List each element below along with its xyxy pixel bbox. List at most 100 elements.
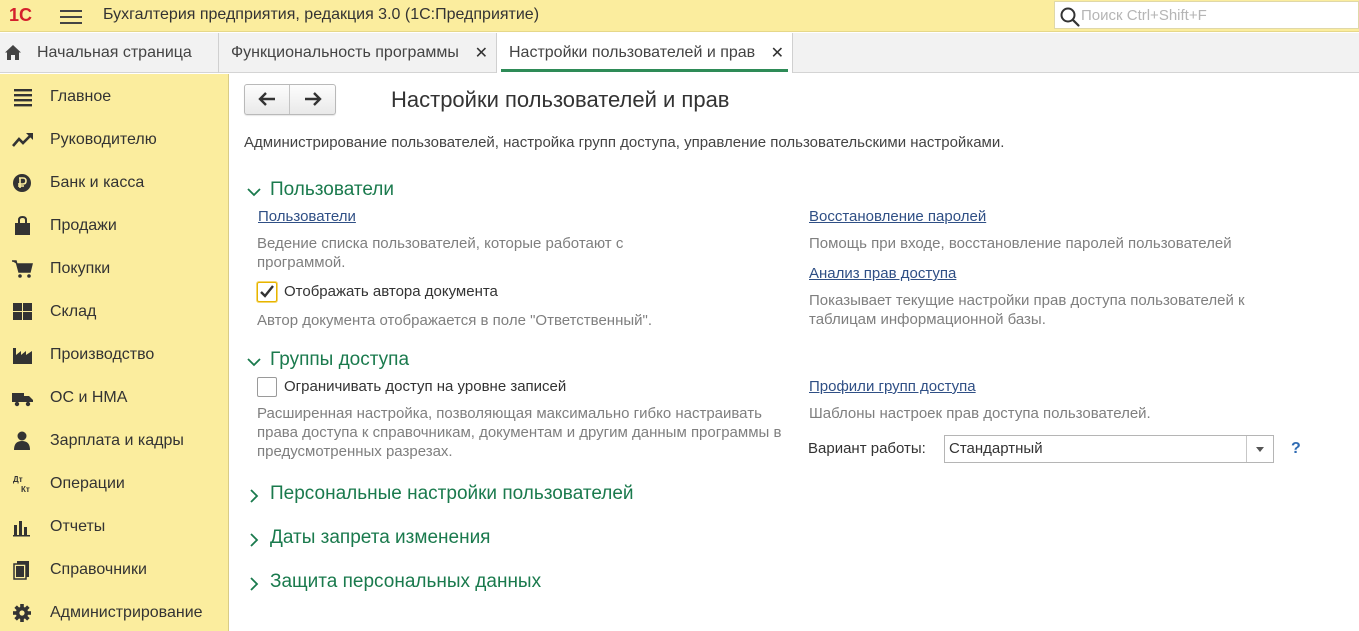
sidebar-item-label: Справочники — [50, 561, 147, 578]
warehouse-icon — [13, 303, 32, 320]
group-profiles-link[interactable]: Профили групп доступа — [809, 378, 976, 395]
bar-chart-icon — [13, 521, 30, 537]
section-title: Персональные настройки пользователей — [270, 483, 634, 504]
home-icon — [5, 45, 21, 60]
sidebar-item-warehouse[interactable]: Склад — [0, 291, 228, 331]
section-title: Защита персональных данных — [270, 571, 542, 592]
sidebar-item-label: Продажи — [50, 217, 117, 234]
close-icon[interactable]: ✕ — [771, 43, 784, 63]
arrow-right-icon — [305, 92, 322, 106]
person-icon — [14, 431, 30, 450]
close-icon[interactable]: ✕ — [475, 43, 488, 63]
sidebar-item-sales[interactable]: Продажи — [0, 205, 228, 245]
sidebar-item-label: Склад — [50, 303, 97, 320]
section-title: Пользователи — [270, 179, 395, 200]
show-author-label: Отображать автора документа — [284, 283, 498, 300]
sidebar-item-label: ОС и НМА — [50, 389, 128, 406]
app-title: Бухгалтерия предприятия, редакция 3.0 (1… — [103, 6, 540, 23]
sidebar-item-purchases[interactable]: Покупки — [0, 248, 228, 288]
sidebar-item-salary[interactable]: Зарплата и кадры — [0, 420, 228, 460]
checkmark-icon — [260, 285, 274, 298]
dt-kt-icon: Дт Кт — [13, 475, 30, 494]
cart-icon — [12, 260, 33, 278]
list-icon — [14, 89, 32, 107]
books-icon — [13, 561, 29, 580]
sidebar-item-label: Зарплата и кадры — [50, 432, 184, 449]
1c-logo-icon[interactable]: 1С — [8, 4, 48, 26]
section-title: Группы доступа — [270, 349, 410, 370]
restrict-access-hint: Расширенная настройка, позволяющая макси… — [257, 405, 782, 460]
sidebar-item-manager[interactable]: Руководителю — [0, 119, 228, 159]
sidebar-item-main[interactable]: Главное — [0, 76, 228, 116]
variant-select[interactable]: Стандартный — [944, 435, 1274, 463]
gear-icon — [13, 604, 31, 622]
chevron-right-icon — [250, 577, 259, 591]
sidebar-item-label: Отчеты — [50, 518, 106, 535]
tab-label: Функциональность программы — [231, 44, 459, 61]
truck-icon — [12, 393, 33, 407]
ruble-icon — [13, 174, 31, 192]
show-author-hint: Автор документа отображается в поле "Отв… — [257, 312, 653, 329]
tab-label: Настройки пользователей и прав — [509, 44, 756, 61]
title-bar: 1С Бухгалтерия предприятия, редакция 3.0… — [0, 0, 1359, 32]
restore-passwords-hint: Помощь при входе, восстановление паролей… — [809, 235, 1232, 252]
access-analysis-hint: Показывает текущие настройки прав доступ… — [809, 292, 1245, 328]
restore-passwords-link[interactable]: Восстановление паролей — [809, 208, 986, 225]
forward-button[interactable] — [291, 85, 336, 114]
group-profiles-hint: Шаблоны настроек прав доступа пользовате… — [809, 405, 1151, 422]
chevron-down-icon[interactable] — [1246, 436, 1273, 462]
tab-home[interactable]: Начальная страница — [0, 33, 219, 73]
back-button[interactable] — [245, 85, 290, 114]
factory-icon — [13, 348, 32, 364]
bag-icon — [15, 216, 30, 235]
access-analysis-link[interactable]: Анализ прав доступа — [809, 265, 956, 282]
trend-icon — [12, 133, 33, 147]
section-title: Даты запрета изменения — [270, 527, 491, 548]
sidebar-item-label: Производство — [50, 346, 155, 363]
sidebar-item-bank[interactable]: Банк и касса — [0, 162, 228, 202]
search-box[interactable] — [1054, 1, 1359, 29]
sidebar-item-label: Покупки — [50, 260, 111, 277]
chevron-right-icon — [250, 533, 259, 547]
users-hint: Ведение списка пользователей, которые ра… — [257, 235, 624, 271]
chevron-down-icon — [247, 188, 261, 197]
tab-user-settings[interactable]: Настройки пользователей и прав ✕ — [497, 33, 793, 73]
tabs-bar: Начальная страница Функциональность прог… — [0, 33, 1359, 73]
sidebar-item-label: Банк и касса — [50, 174, 145, 191]
sidebar-item-assets[interactable]: ОС и НМА — [0, 377, 228, 417]
restrict-access-checkbox-row[interactable]: Ограничивать доступ на уровне записей — [257, 377, 637, 399]
variant-label: Вариант работы: — [808, 440, 926, 457]
sidebar-item-label: Операции — [50, 475, 125, 492]
sidebar-item-label: Руководителю — [50, 131, 157, 148]
tab-label: Начальная страница — [37, 44, 192, 61]
sidebar-item-label: Администрирование — [50, 604, 203, 621]
search-input[interactable] — [1081, 4, 1351, 26]
main-menu-icon[interactable] — [60, 6, 82, 26]
chevron-down-icon — [247, 358, 261, 367]
sidebar: Главное Руководителю Банк и касса Продаж… — [0, 74, 229, 631]
sidebar-item-production[interactable]: Производство — [0, 334, 228, 374]
search-icon — [1060, 7, 1080, 27]
restrict-access-label: Ограничивать доступ на уровне записей — [284, 378, 567, 395]
page-title: Настройки пользователей и прав — [391, 87, 730, 112]
tab-functionality[interactable]: Функциональность программы ✕ — [219, 33, 497, 73]
svg-text:Кт: Кт — [21, 485, 30, 494]
sidebar-item-operations[interactable]: Дт Кт Операции — [0, 463, 228, 503]
sidebar-item-directories[interactable]: Справочники — [0, 549, 228, 589]
variant-value: Стандартный — [949, 440, 1043, 457]
users-link[interactable]: Пользователи — [258, 208, 356, 225]
main-content: Настройки пользователей и прав Администр… — [230, 74, 1359, 631]
arrow-left-icon — [258, 92, 275, 106]
sidebar-item-reports[interactable]: Отчеты — [0, 506, 228, 546]
sidebar-item-label: Главное — [50, 88, 112, 105]
show-author-checkbox-row[interactable]: Отображать автора документа — [257, 282, 557, 304]
chevron-right-icon — [250, 489, 259, 503]
show-author-checkbox[interactable] — [257, 282, 277, 302]
page-description: Администрирование пользователей, настрой… — [244, 134, 1005, 151]
sidebar-item-administration[interactable]: Администрирование — [0, 592, 228, 631]
help-icon[interactable]: ? — [1291, 440, 1301, 458]
restrict-access-checkbox[interactable] — [257, 377, 277, 397]
svg-text:Дт: Дт — [13, 475, 23, 484]
svg-text:1С: 1С — [9, 5, 32, 25]
history-nav — [244, 84, 336, 115]
